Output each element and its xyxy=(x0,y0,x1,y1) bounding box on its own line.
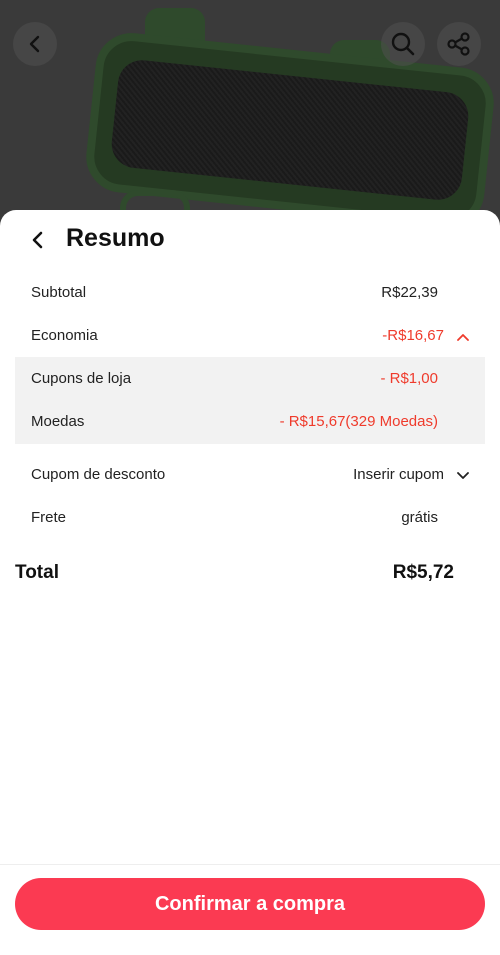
shipping-row: Frete grátis xyxy=(0,497,500,540)
store-coupons-label: Cupons de loja xyxy=(31,370,132,387)
share-button[interactable] xyxy=(437,22,481,66)
product-image xyxy=(0,0,500,240)
search-button[interactable] xyxy=(381,22,425,66)
coins-label: Moedas xyxy=(31,413,85,430)
sheet-title: Resumo xyxy=(66,224,165,252)
chevron-left-icon xyxy=(32,231,43,249)
discount-coupon-label: Cupom de desconto xyxy=(31,466,166,483)
insert-coupon-link[interactable]: Inserir cupom xyxy=(353,466,444,483)
discount-coupon-row[interactable]: Cupom de desconto Inserir cupom xyxy=(0,454,500,497)
search-icon xyxy=(391,32,415,56)
total-value: R$5,72 xyxy=(392,562,454,583)
coins-value: - R$15,67(329 Moedas) xyxy=(279,413,438,430)
chevron-down-icon[interactable] xyxy=(457,472,469,480)
sheet-back-button[interactable] xyxy=(24,226,52,254)
economia-label: Economia xyxy=(31,327,98,344)
shipping-value: grátis xyxy=(401,509,438,526)
subtotal-row: Subtotal R$22,39 xyxy=(0,272,500,315)
share-icon xyxy=(447,32,470,56)
economia-value: -R$16,67 xyxy=(382,327,444,344)
economia-row[interactable]: Economia -R$16,67 xyxy=(0,315,500,358)
shipping-label: Frete xyxy=(31,509,67,526)
subtotal-label: Subtotal xyxy=(31,284,87,301)
chevron-left-icon xyxy=(29,35,40,53)
sheet-header: Resumo xyxy=(0,210,500,274)
case-foam xyxy=(109,57,471,203)
summary-sheet: Resumo Subtotal R$22,39 Economia -R$16,6… xyxy=(0,210,500,955)
back-button[interactable] xyxy=(13,22,57,66)
total-label: Total xyxy=(15,562,59,583)
footer-divider xyxy=(0,864,500,865)
subtotal-value: R$22,39 xyxy=(381,284,438,301)
chevron-up-icon[interactable] xyxy=(457,333,469,341)
store-coupons-value: - R$1,00 xyxy=(380,370,438,387)
confirm-purchase-button[interactable]: Confirmar a compra xyxy=(15,878,485,930)
footer-cut-off-text xyxy=(15,946,485,955)
store-coupons-row: Cupons de loja - R$1,00 xyxy=(0,358,500,401)
total-row: Total R$5,72 xyxy=(0,560,500,590)
coins-row: Moedas - R$15,67(329 Moedas) xyxy=(0,401,500,444)
